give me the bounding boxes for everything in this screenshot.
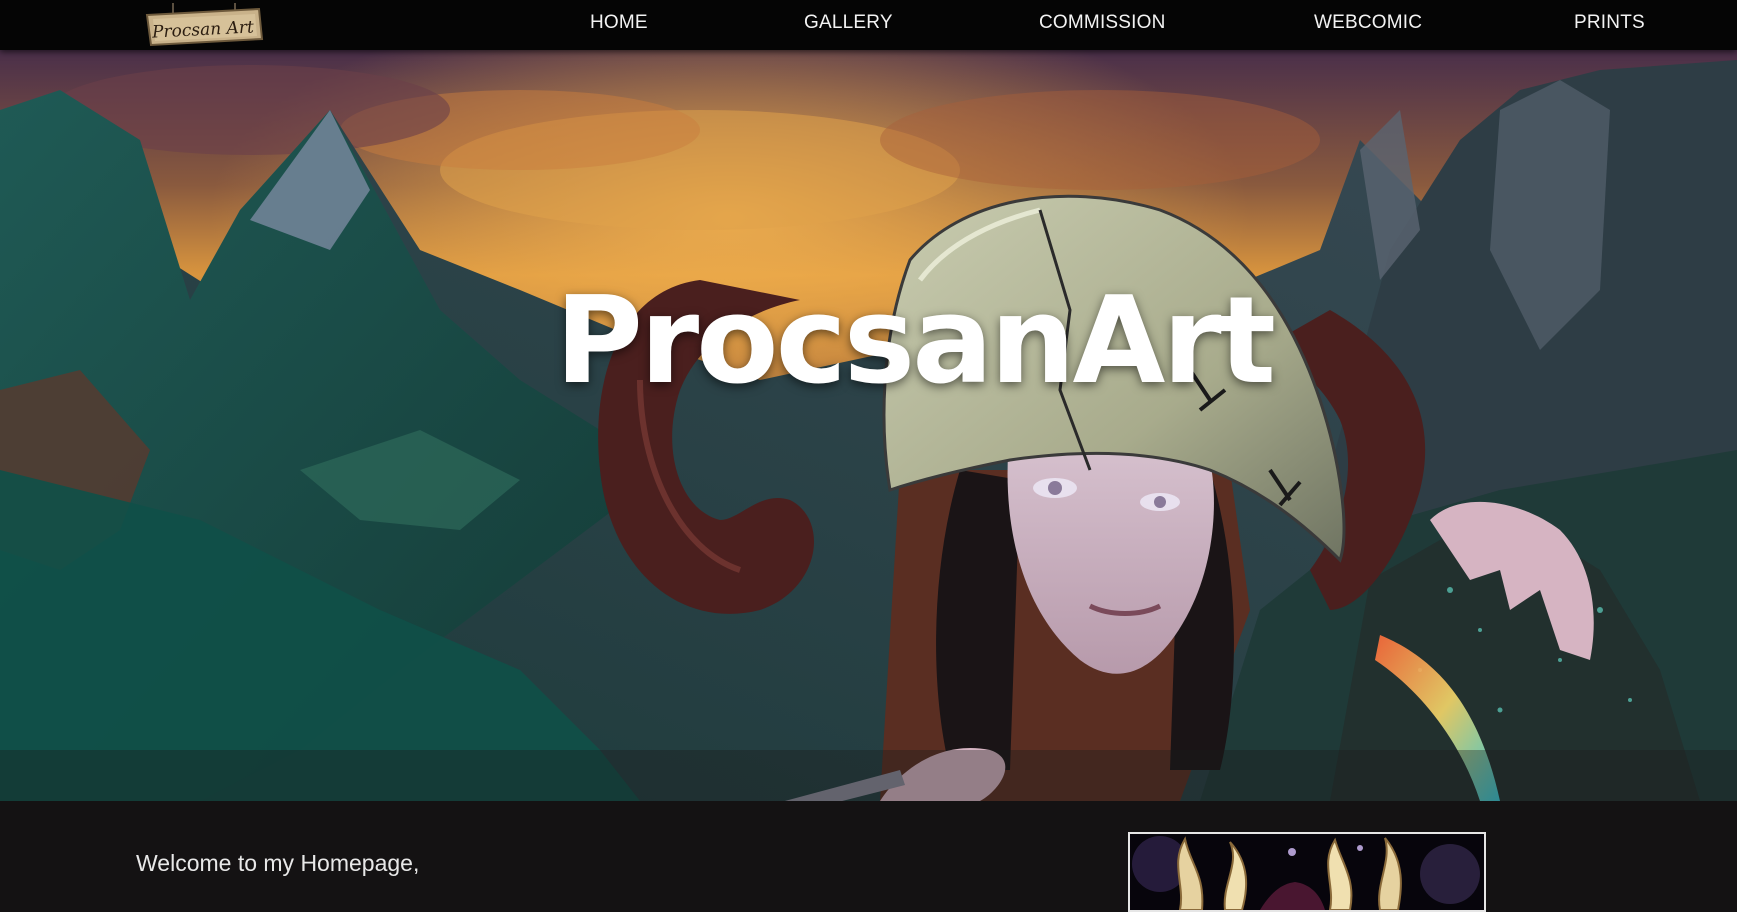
nav-prints[interactable]: PRINTS	[1574, 0, 1645, 46]
hero-title: ProcsanArt	[555, 272, 1276, 411]
hero-banner: ProcsanArt	[0, 50, 1737, 801]
top-navbar: Procsan Art HOME GALLERY COMMISSION WEBC…	[0, 0, 1737, 50]
nav-gallery[interactable]: GALLERY	[804, 0, 893, 46]
featured-artwork[interactable]	[1128, 832, 1486, 912]
site-logo[interactable]: Procsan Art	[143, 3, 265, 48]
welcome-text: Welcome to my Homepage,	[136, 850, 420, 876]
nav-home[interactable]: HOME	[590, 0, 648, 46]
nav-commission[interactable]: COMMISSION	[1039, 0, 1166, 46]
nav-webcomic[interactable]: WEBCOMIC	[1314, 0, 1422, 46]
main-content: Welcome to my Homepage,	[0, 801, 1737, 912]
hero-illustration	[0, 50, 1737, 801]
